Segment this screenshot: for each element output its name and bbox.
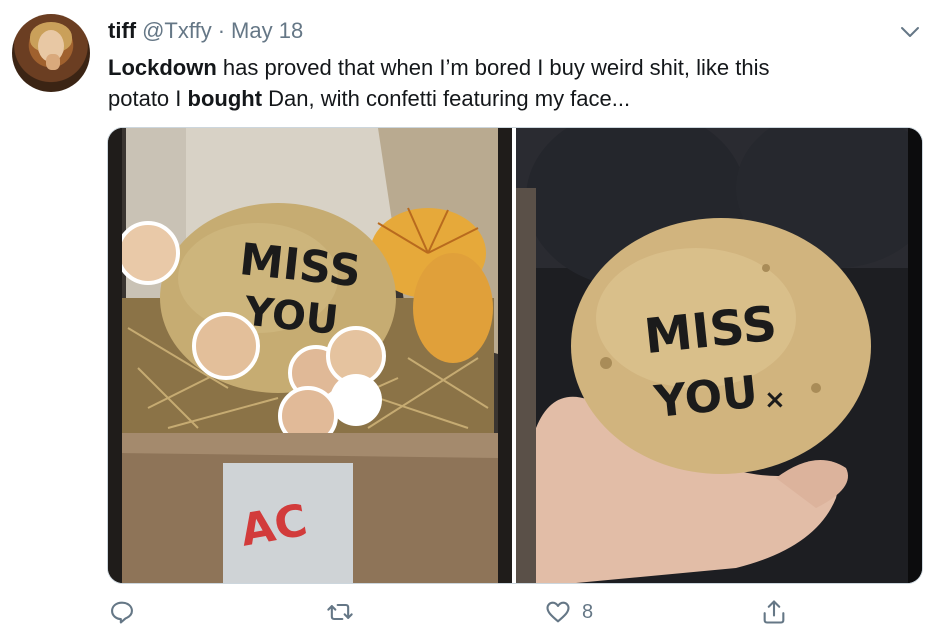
like-button[interactable]: 8 — [544, 598, 593, 626]
tweet-header: tiff @Txffy · May 18 — [108, 18, 303, 44]
author-name[interactable]: tiff — [108, 18, 136, 44]
share-button[interactable] — [760, 598, 788, 626]
reply-icon — [111, 601, 133, 624]
tweet-text: Lockdown has proved that when I’m bored … — [108, 52, 908, 114]
retweet-icon — [327, 603, 353, 621]
share-icon — [763, 600, 785, 624]
tweet-actions: 8 — [0, 598, 942, 632]
tweet-text-bold: bought — [187, 86, 263, 111]
like-count: 8 — [582, 600, 594, 623]
tweet-text-segment: Dan, with confetti featuring my face... — [262, 86, 631, 111]
retweet-button[interactable] — [326, 598, 354, 626]
separator-dot: · — [217, 18, 226, 43]
tweet-text-line-2: potato I bought Dan, with confetti featu… — [108, 83, 908, 114]
tweet-date[interactable]: May 18 — [231, 18, 303, 44]
svg-text:×: × — [764, 385, 786, 415]
photo-potato-in-box[interactable]: MISS YOU AC — [108, 128, 512, 583]
chevron-down-icon[interactable] — [898, 22, 922, 42]
avatar-hand — [46, 54, 60, 70]
svg-text:YOU: YOU — [651, 367, 760, 429]
avatar[interactable] — [12, 14, 90, 92]
tweet-text-segment: has proved that when I’m bored I buy wei… — [216, 55, 770, 80]
tweet-media: MISS YOU AC MISS YOU × — [107, 127, 923, 584]
heart-icon — [546, 601, 570, 623]
author-handle[interactable]: @Txffy — [142, 18, 212, 44]
tweet-text-line-1: Lockdown has proved that when I’m bored … — [108, 52, 908, 83]
photo-potato-in-hand[interactable]: MISS YOU × — [516, 128, 922, 583]
reply-button[interactable] — [108, 598, 136, 626]
tweet-text-segment: potato I — [108, 86, 188, 111]
tweet-text-bold: Lockdown — [108, 55, 217, 80]
